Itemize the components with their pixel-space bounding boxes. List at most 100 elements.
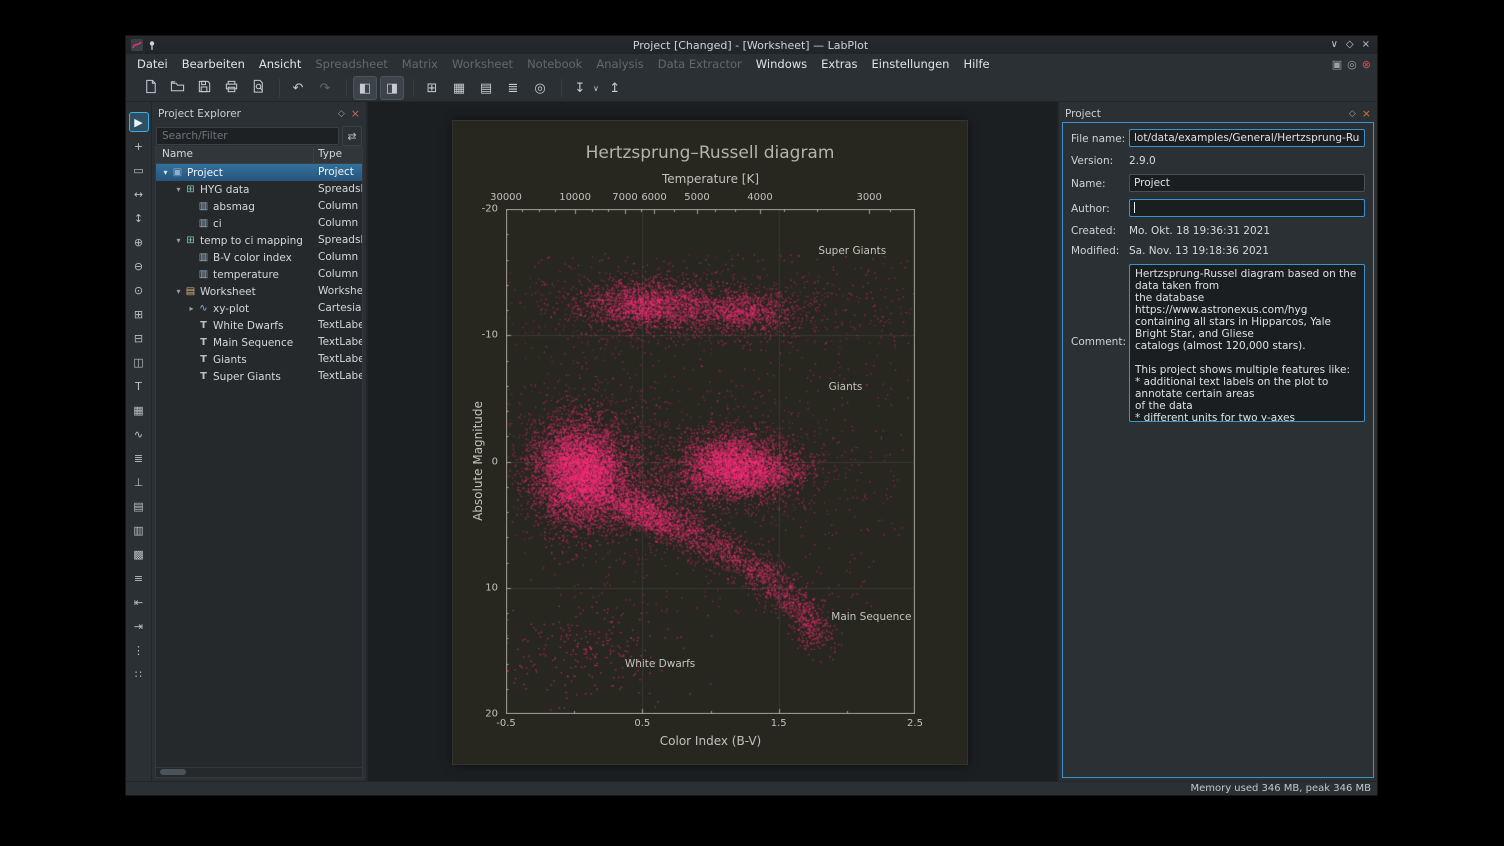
zoom-y-select-tool[interactable]: ↕ xyxy=(129,208,149,228)
add-plot-two-axes-tool[interactable]: ⊟ xyxy=(129,328,149,348)
menu-windows[interactable]: Windows xyxy=(749,54,814,75)
y-tick-label: 0 xyxy=(492,456,498,467)
menu-einstellungen[interactable]: Einstellungen xyxy=(865,54,957,75)
author-field[interactable] xyxy=(1129,199,1365,217)
zoom-out-tool[interactable]: ⊖ xyxy=(129,256,149,276)
comment-field[interactable]: Hertzsprung-Russel diagram based on the … xyxy=(1129,264,1365,422)
close-window-icon[interactable]: ⊗ xyxy=(1362,58,1371,71)
redo-button[interactable]: ↷ xyxy=(313,76,337,100)
tree-row-absmag[interactable]: ▥absmagColumn xyxy=(156,198,362,215)
new-notebook-button[interactable]: ≣ xyxy=(501,76,525,100)
horizontal-scrollbar[interactable] xyxy=(156,767,362,777)
close-dock-icon[interactable]: × xyxy=(351,109,360,119)
grid-layout-tool[interactable]: ▩ xyxy=(129,544,149,564)
new-matrix-button[interactable]: ▦ xyxy=(447,76,471,100)
new-spreadsheet-button[interactable]: ⊞ xyxy=(420,76,444,100)
top-axis-title[interactable]: Temperature [K] xyxy=(506,172,915,186)
select-tool[interactable]: ▶ xyxy=(129,112,149,132)
break-layout-tool[interactable]: ≡ xyxy=(129,568,149,588)
new-file-button[interactable] xyxy=(138,76,162,100)
hide-menubar-icon[interactable]: ▣ xyxy=(1332,58,1342,71)
add-legend-tool[interactable]: ≣ xyxy=(129,448,149,468)
tree-row-temp-to-ci-mapping[interactable]: ▾⊞temp to ci mappingSpreadsheet xyxy=(156,232,362,249)
crosshair-mode-tool[interactable]: + xyxy=(129,136,149,156)
tree-row-hyg-data[interactable]: ▾⊞HYG dataSpreadsheet xyxy=(156,181,362,198)
print-preview-button[interactable] xyxy=(246,76,270,100)
created-value: Mo. Okt. 18 19:36:31 2021 xyxy=(1129,225,1270,237)
project-explorer-header[interactable]: Project Explorer ◇ × xyxy=(152,102,366,122)
add-plot-tool[interactable]: ⊞ xyxy=(129,304,149,324)
snap-options-tool[interactable]: ∷ xyxy=(129,664,149,684)
tree-row-ci[interactable]: ▥ciColumn xyxy=(156,215,362,232)
expander-icon[interactable]: ▾ xyxy=(160,168,171,177)
expander-icon[interactable]: ▾ xyxy=(173,287,184,296)
auto-scale-tool[interactable]: ⊙ xyxy=(129,280,149,300)
menu-hilfe[interactable]: Hilfe xyxy=(956,54,996,75)
worksheet-page[interactable]: Hertzsprung–Russell diagram Temperature … xyxy=(453,121,967,764)
float-dock-icon[interactable]: ◇ xyxy=(338,109,345,119)
statusbar: Memory used 346 MB, peak 346 MB xyxy=(126,781,1377,795)
float-dock-icon[interactable]: ◇ xyxy=(1349,109,1356,119)
more-options-tool[interactable]: ⋮ xyxy=(129,640,149,660)
menu-extras[interactable]: Extras xyxy=(814,54,864,75)
print-button[interactable] xyxy=(219,76,243,100)
scrollbar-thumb[interactable] xyxy=(160,769,186,775)
expander-icon[interactable]: ▸ xyxy=(186,304,197,313)
expander-icon[interactable]: ▾ xyxy=(173,185,184,194)
hr-scatter-plot[interactable] xyxy=(506,209,915,714)
tree-row-worksheet[interactable]: ▾▤WorksheetWorksheet xyxy=(156,283,362,300)
pin-icon[interactable] xyxy=(147,40,157,51)
tree-row-project[interactable]: ▾▣ProjectProject xyxy=(156,164,362,181)
zoom-x-select-tool[interactable]: ↔ xyxy=(129,184,149,204)
tree-row-temperature[interactable]: ▥temperatureColumn xyxy=(156,266,362,283)
maximize-window-icon[interactable]: ◇ xyxy=(1346,40,1354,50)
new-worksheet-button[interactable]: ▤ xyxy=(474,76,498,100)
add-curve-tool[interactable]: ∿ xyxy=(129,424,149,444)
file-name-field[interactable] xyxy=(1129,129,1365,147)
textlabel-icon: T xyxy=(197,320,210,331)
search-input[interactable] xyxy=(156,127,339,145)
horizontal-layout-tool[interactable]: ▥ xyxy=(129,520,149,540)
x-axis-title[interactable]: Color Index (B-V) xyxy=(506,734,915,748)
menu-datei[interactable]: Datei xyxy=(130,54,175,75)
add-plot-centered-tool[interactable]: ◫ xyxy=(129,352,149,372)
zoom-select-tool[interactable]: ▭ xyxy=(129,160,149,180)
tree-row-super-giants[interactable]: TSuper GiantsTextLabel xyxy=(156,368,362,385)
dropdown-arrow-icon[interactable]: ∨ xyxy=(593,84,599,93)
close-window-icon[interactable]: × xyxy=(1362,40,1370,50)
toggle-project-explorer-button[interactable]: ◧ xyxy=(353,76,377,100)
properties-header[interactable]: Project ◇ × xyxy=(1059,102,1377,122)
window-menu-icon[interactable]: ◎ xyxy=(1347,58,1357,71)
undo-button[interactable]: ↶ xyxy=(286,76,310,100)
tree-row-b-v-color-index[interactable]: ▥B-V color indexColumn xyxy=(156,249,362,266)
filter-options-icon[interactable]: ⇄ xyxy=(342,126,362,146)
vertical-layout-tool[interactable]: ▤ xyxy=(129,496,149,516)
align-right-tool[interactable]: ⇥ xyxy=(129,616,149,636)
expander-icon[interactable]: ▾ xyxy=(173,236,184,245)
export-button[interactable]: ↥ xyxy=(603,76,627,100)
add-image-tool[interactable]: ▦ xyxy=(129,400,149,420)
plot-title[interactable]: Hertzsprung–Russell diagram xyxy=(453,143,967,163)
open-file-button[interactable] xyxy=(165,76,189,100)
add-axis-tool[interactable]: ⊥ xyxy=(129,472,149,492)
tree-row-xy-plot[interactable]: ▸∿xy-plotCartesianPlot xyxy=(156,300,362,317)
shade-window-icon[interactable]: ∨ xyxy=(1331,40,1338,50)
titlebar[interactable]: Project [Changed] - [Worksheet] — LabPlo… xyxy=(126,36,1377,54)
align-left-tool[interactable]: ⇤ xyxy=(129,592,149,612)
toggle-properties-button[interactable]: ◨ xyxy=(380,76,404,100)
import-button[interactable]: ↧ xyxy=(568,76,592,100)
menu-bearbeiten[interactable]: Bearbeiten xyxy=(175,54,252,75)
y-axis-title[interactable]: Absolute Magnitude xyxy=(471,401,485,521)
zoom-in-tool[interactable]: ⊕ xyxy=(129,232,149,252)
column-header-type[interactable]: Type xyxy=(314,147,362,163)
column-header-name[interactable]: Name xyxy=(156,147,314,163)
tree-row-main-sequence[interactable]: TMain SequenceTextLabel xyxy=(156,334,362,351)
data-extractor-button[interactable]: ◎ xyxy=(528,76,552,100)
name-field[interactable] xyxy=(1129,174,1365,192)
tree-row-giants[interactable]: TGiantsTextLabel xyxy=(156,351,362,368)
close-dock-icon[interactable]: × xyxy=(1362,109,1371,119)
add-text-label-tool[interactable]: T xyxy=(129,376,149,396)
tree-row-white-dwarfs[interactable]: TWhite DwarfsTextLabel xyxy=(156,317,362,334)
save-button[interactable] xyxy=(192,76,216,100)
menu-ansicht[interactable]: Ansicht xyxy=(252,54,308,75)
